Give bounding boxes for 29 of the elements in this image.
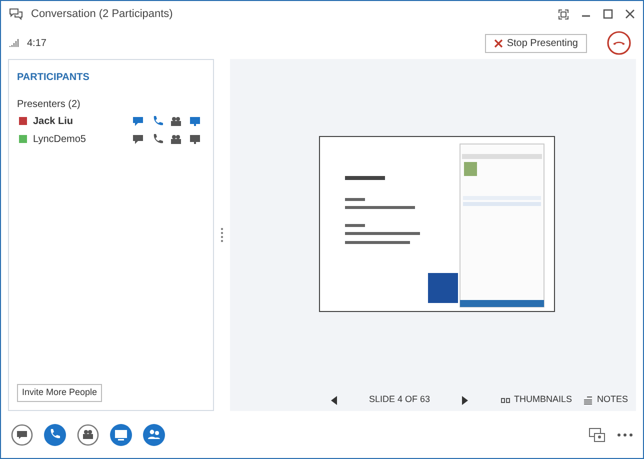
maximize-icon[interactable]: [603, 9, 613, 19]
close-icon[interactable]: [625, 9, 635, 19]
notes-button[interactable]: NOTES: [584, 393, 628, 407]
phone-button[interactable]: [44, 424, 66, 446]
present-button[interactable]: [110, 424, 132, 446]
fullscreen-icon[interactable]: [558, 8, 569, 20]
more-options-icon[interactable]: [617, 432, 633, 436]
slide-counter: SLIDE 4 OF 63: [368, 393, 430, 406]
close-icon: [494, 38, 503, 48]
signal-icon: [9, 39, 19, 47]
next-slide-icon[interactable]: [462, 396, 468, 404]
notes-icon: [584, 396, 593, 404]
video-button[interactable]: [77, 424, 99, 446]
conversation-icon: [9, 8, 23, 20]
window-title: Conversation (2 Participants): [31, 6, 173, 22]
call-duration: 4:17: [27, 36, 46, 50]
participant-name[interactable]: LyncDemo5: [33, 132, 132, 146]
hang-up-icon[interactable]: [607, 31, 631, 55]
invite-button[interactable]: Invite More People: [17, 384, 102, 402]
previous-slide-icon[interactable]: [330, 396, 337, 404]
participant-name[interactable]: Jack Liu: [33, 114, 132, 128]
contact-card-icon[interactable]: [589, 428, 605, 442]
group-label: Presenters (2): [17, 98, 82, 112]
participants-heading: PARTICIPANTS: [17, 71, 90, 85]
stop-presenting-button[interactable]: Stop Presenting: [484, 34, 587, 52]
thumbnails-icon: [500, 398, 510, 402]
thumbnails-button[interactable]: THUMBNAILS: [500, 393, 572, 407]
participants-button[interactable]: [143, 424, 165, 446]
im-button[interactable]: [11, 424, 33, 446]
